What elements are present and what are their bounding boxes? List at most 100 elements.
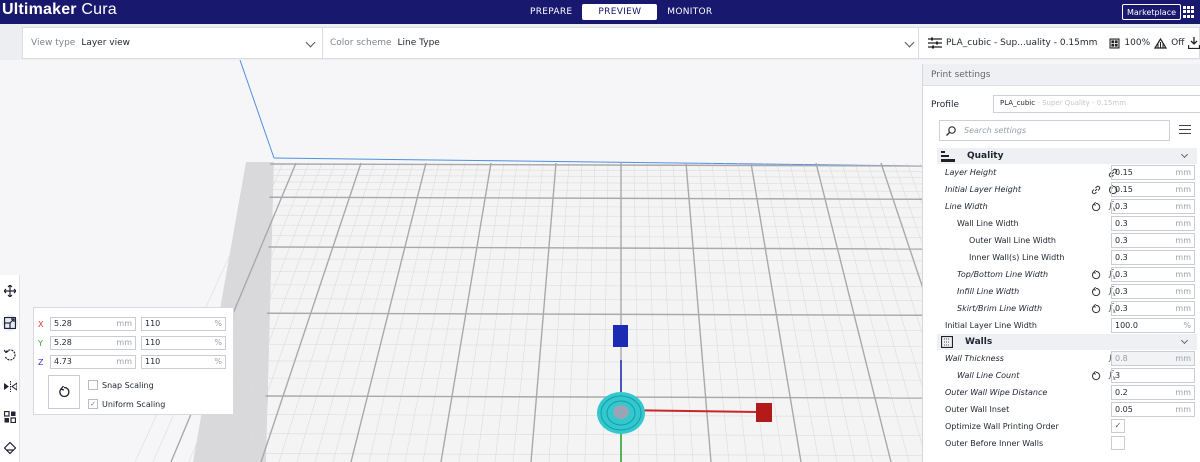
snap-scaling-checkbox[interactable] (88, 380, 98, 390)
scale-tool-button[interactable] (2, 315, 18, 331)
chevron-down-icon (1180, 150, 1189, 159)
support-blocker-button[interactable] (2, 440, 18, 456)
scale-y-mm-input[interactable]: 5.28 mm (50, 336, 136, 350)
setting-label: Inner Wall(s) Line Width (969, 253, 1065, 262)
move-tool-button[interactable] (2, 283, 18, 299)
setting-label: Outer Wall Inset (945, 405, 1010, 414)
color-scheme-label: Color scheme (330, 38, 392, 48)
setting-value-input[interactable]: 100.0% (1111, 318, 1195, 333)
setting-row: Outer Wall Wipe Distance 0.2 mm (923, 384, 1200, 401)
support-icon (1154, 37, 1168, 49)
category-label: Quality (967, 151, 1004, 161)
scale-x-mm-input[interactable]: 5.28 mm (50, 317, 136, 331)
mirror-tool-button[interactable] (2, 378, 18, 394)
apps-grid-icon[interactable] (1183, 6, 1195, 18)
setting-value-input[interactable]: 0.3 mm (1111, 284, 1195, 299)
setting-row: Layer Height 0.15 mm (923, 164, 1200, 181)
setting-value-input[interactable]: 0.8 mm (1111, 351, 1195, 366)
support-value: Off (1171, 38, 1185, 48)
setting-label: Line Width (945, 202, 988, 211)
scale-row-z: Z 4.73 mm 110% (38, 355, 226, 369)
reset-icon[interactable] (1090, 269, 1101, 280)
color-scheme-select[interactable]: Color scheme Line Type (323, 28, 921, 58)
adhesion-icon (1188, 37, 1200, 49)
x-axis-handle[interactable] (756, 403, 772, 422)
link-icon[interactable] (1090, 184, 1101, 195)
setting-row: Wall Thicknessfx0.8mm (923, 350, 1200, 367)
setting-checkbox[interactable]: ✓ (1111, 419, 1125, 433)
reset-icon[interactable] (1090, 303, 1101, 314)
scale-row-x: X 5.28 mm 110% (38, 317, 226, 331)
stage-tab-prepare[interactable]: PREPARE (520, 4, 582, 20)
setting-label: Top/Bottom Line Width (957, 270, 1049, 279)
setting-value-input[interactable]: 0.3 mm (1111, 250, 1195, 265)
scale-y-percent-input[interactable]: 110% (141, 336, 226, 350)
view-type-label: View type (31, 38, 76, 48)
rotate-tool-button[interactable] (2, 347, 18, 363)
uniform-scaling-checkbox[interactable]: ✓ (88, 399, 98, 409)
scale-z-mm-input[interactable]: 4.73 mm (50, 355, 136, 369)
snap-scaling-label: Snap Scaling (102, 380, 154, 390)
move-icon (4, 285, 16, 297)
setting-value-input[interactable]: 0.15 mm (1111, 182, 1195, 197)
app-logo: Ultimaker Cura (2, 1, 117, 18)
setting-value-input[interactable]: 0.3 mm (1111, 301, 1195, 316)
scale-z-percent-input[interactable]: 110% (141, 355, 226, 369)
profile-name: PLA_cubic (1000, 99, 1036, 107)
setting-value-input[interactable]: 3 (1111, 368, 1195, 383)
sliders-icon (928, 37, 942, 49)
setting-value-input[interactable]: 0.3 mm (1111, 267, 1195, 282)
setting-label: Infill Line Width (957, 287, 1020, 296)
setting-row: Outer Wall Line Width 0.3 mm (923, 232, 1200, 249)
setting-label: Optimize Wall Printing Order (945, 422, 1059, 431)
stage-tab-preview[interactable]: PREVIEW (582, 4, 658, 20)
category-walls[interactable]: Walls (937, 334, 1197, 350)
snap-scaling-option[interactable]: Snap Scaling (88, 379, 154, 391)
setting-checkbox[interactable] (1111, 436, 1125, 450)
setting-value-input[interactable]: 0.05 mm (1111, 402, 1195, 417)
reset-icon[interactable] (1090, 286, 1101, 297)
setting-value-input[interactable]: 0.3 mm (1111, 233, 1195, 248)
search-settings-input[interactable]: Search settings (939, 120, 1170, 141)
setting-value-input[interactable]: 0.3 mm (1111, 216, 1195, 231)
per-model-settings-icon (4, 411, 16, 423)
setting-row: Wall Line Count fx 3 (923, 367, 1200, 384)
infill-value: 100% (1124, 38, 1151, 48)
reset-icon[interactable] (1090, 201, 1101, 212)
view-type-value: Layer view (81, 38, 131, 48)
z-axis-handle[interactable] (613, 325, 628, 347)
setting-row: Skirt/Brim Line Width fx 0.3 mm (923, 300, 1200, 317)
setting-row: Outer Before Inner Walls (923, 435, 1200, 452)
print-settings-title: Print settings (923, 64, 1200, 86)
stage-tab-monitor[interactable]: MONITOR (657, 4, 722, 20)
view-type-select[interactable]: View type Layer view (23, 28, 323, 58)
print-setup-selector[interactable]: PLA_cubic - Sup...uality - 0.15mm 100% O… (918, 27, 1200, 59)
profile-quality: - Super Quality - 0.15mm (1035, 99, 1127, 107)
setting-value-input[interactable]: 0.2 mm (1111, 385, 1195, 400)
setting-value-input[interactable]: 0.15 mm (1111, 165, 1195, 180)
setting-label: Outer Wall Line Width (969, 236, 1057, 245)
reset-icon[interactable] (1090, 370, 1101, 381)
support-blocker-icon (4, 442, 16, 454)
category-quality[interactable]: Quality (937, 148, 1197, 164)
view-options-bar: View type Layer view Color scheme Line T… (22, 27, 922, 59)
reset-scale-button[interactable] (48, 375, 80, 409)
tool-rail (0, 275, 20, 462)
scale-x-percent-input[interactable]: 110% (141, 317, 226, 331)
chevron-down-icon (1180, 336, 1189, 345)
view-toolbar: View type Layer view Color scheme Line T… (0, 24, 1200, 60)
axis-label: X (38, 319, 44, 329)
setting-row: Initial Layer Line Width 100.0% (923, 317, 1200, 334)
uniform-scaling-option[interactable]: ✓ Uniform Scaling (88, 398, 165, 410)
walls-icon (941, 336, 953, 348)
profile-select[interactable]: PLA_cubic - Super Quality - 0.15mm (993, 95, 1200, 113)
scale-tool-panel: Snap Scaling ✓ Uniform Scaling X 5.28 mm … (33, 307, 234, 415)
per-model-settings-button[interactable] (2, 409, 18, 425)
setting-label: Outer Wall Wipe Distance (945, 388, 1048, 397)
category-label: Walls (965, 337, 993, 347)
color-scheme-value: Line Type (397, 38, 440, 48)
setting-value-input[interactable]: 0.3 mm (1111, 199, 1195, 214)
infill-icon (1109, 38, 1120, 48)
settings-menu-icon[interactable] (1179, 125, 1191, 135)
marketplace-button[interactable]: Marketplace (1122, 4, 1182, 20)
